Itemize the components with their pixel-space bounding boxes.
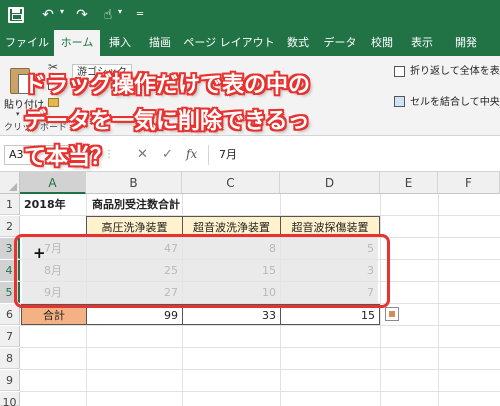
- tab-page-layout[interactable]: ページ レイアウト: [182, 30, 276, 56]
- quick-analysis-icon[interactable]: [385, 307, 399, 321]
- tab-file[interactable]: ファイル: [2, 30, 52, 56]
- callout-text: ドラッグ操作だけで表の中の データを一気に削除できるっ て本当？: [24, 68, 478, 176]
- tab-developer[interactable]: 開発: [446, 30, 486, 56]
- gridline: [20, 391, 500, 392]
- save-icon[interactable]: [8, 7, 24, 23]
- callout-line-2: データを一気に削除できるっ: [24, 109, 310, 134]
- undo-icon[interactable]: ↶: [38, 5, 58, 25]
- callout-line-3: て本当？: [24, 145, 113, 170]
- redo-icon[interactable]: ↷: [72, 5, 92, 25]
- gridline: [20, 347, 500, 348]
- row-header-6[interactable]: 6: [0, 304, 20, 325]
- touch-dropdown-icon[interactable]: ▾: [118, 7, 122, 16]
- paste-dropdown-icon[interactable]: ▾: [16, 110, 20, 118]
- row-header-2[interactable]: 2: [0, 216, 20, 237]
- ribbon-tabs: ファイル ホーム 挿入 描画 ページ レイアウト 数式 データ 校閲 表示 開発: [0, 30, 500, 56]
- gridline: [20, 369, 500, 370]
- touch-mode-icon[interactable]: ☝: [98, 5, 118, 25]
- row-header-7[interactable]: 7: [0, 326, 20, 347]
- cell-a1[interactable]: 2018年: [24, 194, 86, 215]
- gridline: [20, 325, 500, 326]
- title-bar: ↶ ▾ ↷ ☝ ▾ ═: [0, 0, 500, 30]
- gridline: [438, 194, 439, 406]
- tab-view[interactable]: 表示: [404, 30, 440, 56]
- row-header-10[interactable]: 10: [0, 392, 20, 406]
- select-all-corner[interactable]: [0, 172, 20, 194]
- tab-insert[interactable]: 挿入: [102, 30, 138, 56]
- callout-line-1: ドラッグ操作だけで表の中の: [24, 73, 311, 98]
- tab-draw[interactable]: 描画: [142, 30, 178, 56]
- highlight-box: [14, 234, 390, 308]
- undo-dropdown-icon[interactable]: ▾: [60, 7, 64, 16]
- row-header-8[interactable]: 8: [0, 348, 20, 369]
- tab-review[interactable]: 校閲: [364, 30, 400, 56]
- row-header-1[interactable]: 1: [0, 194, 20, 215]
- tab-home[interactable]: ホーム: [54, 30, 100, 56]
- customize-icon[interactable]: ═: [130, 5, 150, 25]
- tab-formulas[interactable]: 数式: [280, 30, 316, 56]
- row-header-9[interactable]: 9: [0, 370, 20, 391]
- cell-b1[interactable]: 商品別受注数合計: [92, 194, 272, 215]
- tab-data[interactable]: データ: [320, 30, 360, 56]
